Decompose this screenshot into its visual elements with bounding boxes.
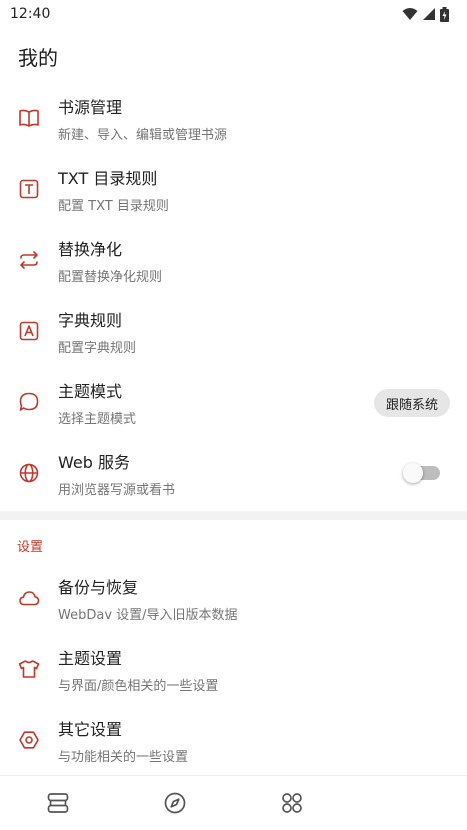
item-title: 其它设置: [58, 720, 123, 739]
theme-mode-value-chip[interactable]: 跟随系统: [373, 389, 450, 417]
book-icon: [18, 107, 40, 129]
replace-rule-item[interactable]: 替换净化 配置替换净化规则: [0, 226, 467, 297]
wifi-icon: [402, 8, 418, 20]
settings-section-label: 设置: [17, 540, 44, 555]
toggle-thumb: [403, 463, 423, 483]
txt-icon: [18, 178, 40, 200]
shirt-icon: [18, 658, 40, 680]
status-icons: [402, 6, 449, 22]
bookshelf-icon: [48, 793, 69, 813]
bottom-nav: [0, 775, 467, 830]
item-title: 备份与恢复: [58, 578, 139, 597]
item-subtitle: WebDav 设置/导入旧版本数据: [58, 608, 238, 623]
backup-restore-item[interactable]: 备份与恢复 WebDav 设置/导入旧版本数据: [0, 564, 467, 635]
theme-settings-item[interactable]: 主题设置 与界面/颜色相关的一些设置: [0, 635, 467, 706]
item-subtitle: 配置替换净化规则: [58, 270, 163, 285]
item-subtitle: 配置 TXT 目录规则: [58, 199, 169, 214]
settings-list: 备份与恢复 WebDav 设置/导入旧版本数据 主题设置 与界面/颜色相关的一些…: [0, 564, 467, 777]
nav-my[interactable]: [350, 776, 467, 830]
txt-toc-rule-item[interactable]: TXT 目录规则 配置 TXT 目录规则: [0, 155, 467, 226]
item-subtitle: 与功能相关的一些设置: [58, 750, 189, 765]
replace-icon: [18, 249, 40, 271]
item-title: 主题模式: [58, 382, 123, 401]
dictionary-rule-item[interactable]: 字典规则 配置字典规则: [0, 297, 467, 368]
page-title: 我的: [18, 46, 58, 70]
item-title: 书源管理: [58, 98, 123, 117]
my-icon: [397, 791, 421, 815]
nav-rss[interactable]: [234, 776, 351, 830]
item-subtitle: 选择主题模式: [58, 412, 137, 427]
nav-discover[interactable]: [117, 776, 234, 830]
cloud-icon: [18, 587, 40, 609]
book-source-item[interactable]: 书源管理 新建、导入、编辑或管理书源: [0, 84, 467, 155]
item-title: 字典规则: [58, 311, 123, 330]
other-settings-item[interactable]: 其它设置 与功能相关的一些设置: [0, 706, 467, 777]
globe-icon: [18, 462, 40, 484]
discover-icon: [164, 792, 186, 814]
item-subtitle: 配置字典规则: [58, 341, 137, 356]
item-subtitle: 新建、导入、编辑或管理书源: [58, 128, 228, 143]
rss-icon: [282, 793, 302, 813]
nav-bookshelf[interactable]: [0, 776, 117, 830]
web-service-toggle[interactable]: [403, 463, 440, 483]
theme-mode-item[interactable]: 主题模式 选择主题模式 跟随系统: [0, 368, 467, 439]
status-bar: 12:40: [0, 0, 467, 28]
main-list: 书源管理 新建、导入、编辑或管理书源 TXT 目录规则 配置 TXT 目录规则 …: [0, 84, 467, 510]
status-time: 12:40: [10, 6, 51, 22]
settings-icon: [18, 729, 40, 751]
item-title: 主题设置: [58, 649, 123, 668]
item-title: 替换净化: [58, 240, 123, 259]
web-service-item[interactable]: Web 服务 用浏览器写源或看书: [0, 439, 467, 510]
signal-icon: [423, 8, 435, 20]
item-title: Web 服务: [58, 453, 130, 472]
theme-mode-icon: [18, 391, 40, 413]
item-subtitle: 用浏览器写源或看书: [58, 483, 176, 498]
dictionary-icon: [18, 320, 40, 342]
section-divider: [0, 511, 467, 520]
item-subtitle: 与界面/颜色相关的一些设置: [58, 679, 219, 694]
item-title: TXT 目录规则: [58, 169, 158, 188]
battery-icon: [440, 6, 449, 22]
